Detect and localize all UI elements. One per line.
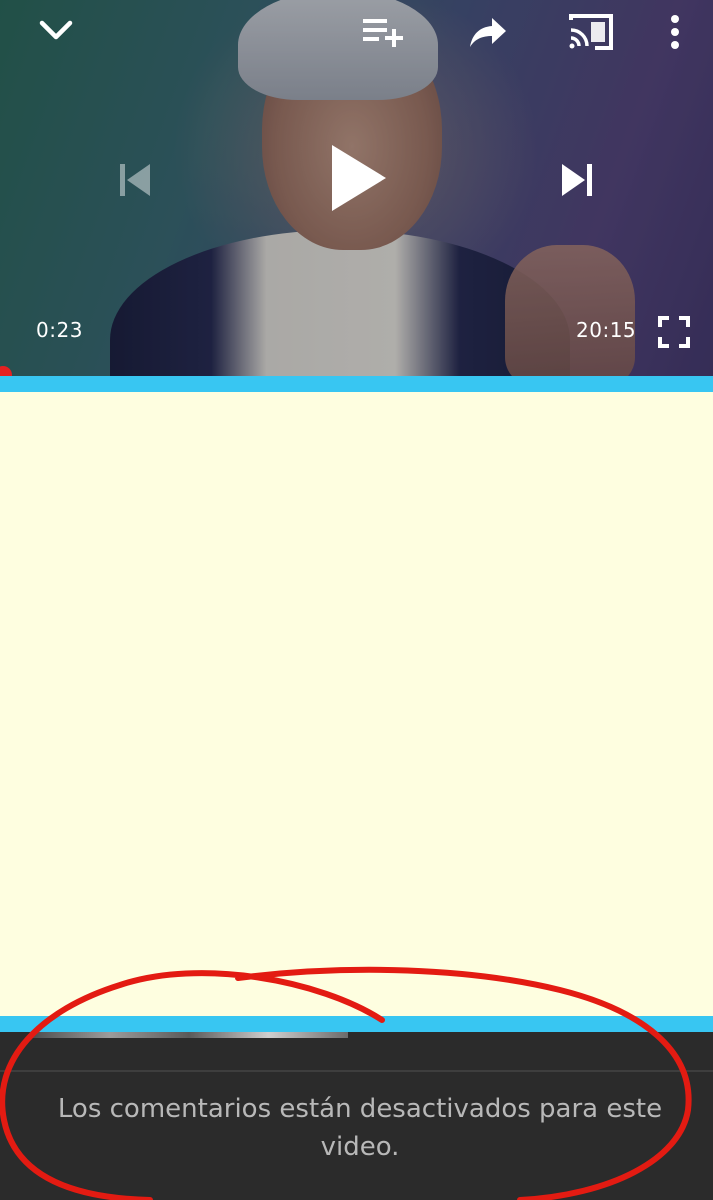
comments-disabled-message: Los comentarios están desactivados para … [57, 1094, 663, 1162]
share-icon[interactable] [466, 14, 510, 52]
current-time: 0:23 [36, 318, 83, 342]
thumbnail-strip [30, 1032, 348, 1038]
video-player[interactable]: 0:23 20:15 [0, 0, 713, 376]
duration: 20:15 [576, 318, 637, 342]
skip-previous-icon[interactable] [108, 156, 160, 204]
play-icon[interactable] [318, 136, 398, 220]
more-vert-icon[interactable] [660, 10, 690, 54]
panel-border-top [0, 376, 713, 392]
divider [0, 1070, 713, 1072]
skip-next-icon[interactable] [552, 156, 604, 204]
cast-icon[interactable] [566, 12, 616, 52]
chevron-down-icon[interactable] [34, 10, 78, 50]
fullscreen-icon[interactable] [654, 312, 694, 352]
panel-border-bottom [0, 1016, 713, 1032]
playlist-add-icon[interactable] [360, 14, 406, 50]
blank-panel [0, 392, 713, 1016]
